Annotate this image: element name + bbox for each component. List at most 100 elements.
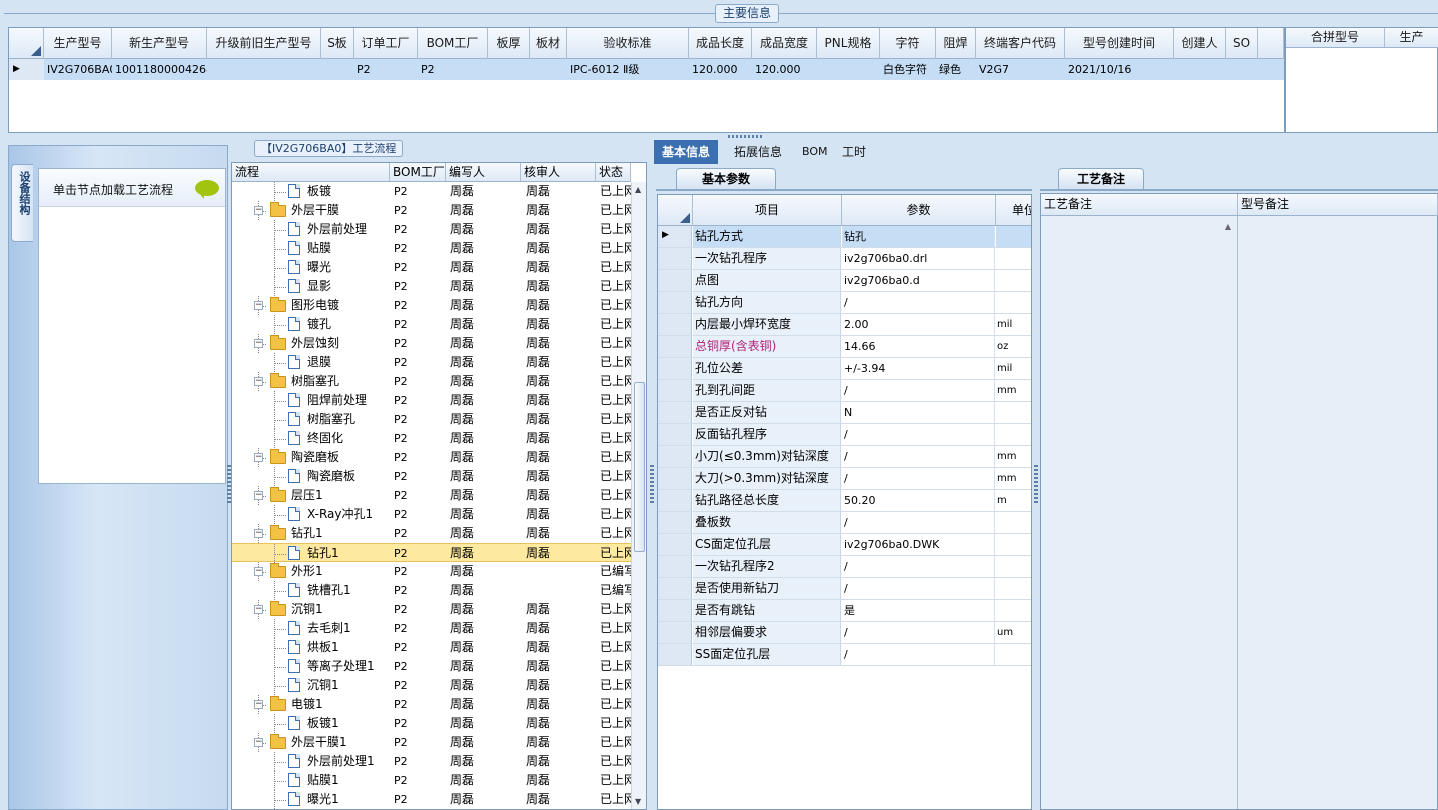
param-value[interactable]: / <box>842 292 995 313</box>
tree-row[interactable]: − 陶瓷磨板 P2 周磊 周磊 已上网 <box>232 448 631 467</box>
tree-row[interactable]: 曝光1 P2 周磊 周磊 已上网 <box>232 790 631 809</box>
params-grid[interactable]: 项目 参数 单位 ▶钻孔方式钻孔一次钻孔程序iv2g706ba0.drl点图iv… <box>657 194 1032 810</box>
tree-row[interactable]: 阻焊前处理 P2 周磊 周磊 已上网 <box>232 391 631 410</box>
header-thickness[interactable]: 板厚 <box>488 28 530 59</box>
param-row[interactable]: 叠板数 / <box>658 512 1031 534</box>
tree-row[interactable]: − 外形1 P2 周磊 已编写 <box>232 562 631 581</box>
header-writer[interactable]: 编写人 <box>446 163 521 182</box>
tree-row[interactable]: − 外层干膜1 P2 周磊 周磊 已上网 <box>232 733 631 752</box>
header-old-model[interactable]: 升级前旧生产型号 <box>207 28 321 59</box>
param-row[interactable]: 总铜厚(含表铜) 14.66 oz <box>658 336 1031 358</box>
header-merge-model[interactable]: 合拼型号 <box>1286 28 1385 48</box>
table-row[interactable]: ▶ IV2G706BA0 10011800004268 P2 P2 IPC-60… <box>9 59 1284 80</box>
header-production-model[interactable]: 生产型号 <box>44 28 112 59</box>
header-status[interactable]: 状态 <box>596 163 631 182</box>
merge-model-grid[interactable]: 合拼型号 生产 <box>1285 27 1438 133</box>
collapse-icon[interactable]: − <box>254 491 263 500</box>
process-remark-cell[interactable]: ▲ <box>1041 216 1238 809</box>
tree-row[interactable]: 贴膜 P2 周磊 周磊 已上网 <box>232 239 631 258</box>
tree-row[interactable]: 终固化 P2 周磊 周磊 已上网 <box>232 429 631 448</box>
tab-extended-info[interactable]: 拓展信息 <box>726 140 790 164</box>
param-value[interactable]: iv2g706ba0.drl <box>842 248 995 269</box>
scroll-down-icon[interactable]: ▼ <box>635 797 641 806</box>
param-value[interactable]: / <box>842 468 995 489</box>
header-model-remark[interactable]: 型号备注 <box>1238 194 1438 216</box>
collapse-icon[interactable]: − <box>254 453 263 462</box>
param-value[interactable]: 钻孔 <box>842 226 995 247</box>
param-row[interactable]: SS面定位孔层 / <box>658 644 1031 666</box>
tree-row[interactable]: 外层前处理1 P2 周磊 周磊 已上网 <box>232 752 631 771</box>
cell-old-model[interactable] <box>207 59 321 80</box>
tree-row[interactable]: X-Ray冲孔1 P2 周磊 周磊 已上网 <box>232 505 631 524</box>
tree-row[interactable]: 曝光 P2 周磊 周磊 已上网 <box>232 258 631 277</box>
row-header[interactable] <box>658 358 692 379</box>
row-header[interactable] <box>658 600 692 621</box>
row-header[interactable] <box>658 292 692 313</box>
param-row[interactable]: 孔位公差 +/-3.94 mil <box>658 358 1031 380</box>
tree-row[interactable]: 外层前处理 P2 周磊 周磊 已上网 <box>232 220 631 239</box>
cell-creator[interactable] <box>1174 59 1226 80</box>
cell-new-production-model[interactable]: 10011800004268 <box>112 59 207 80</box>
node-panel[interactable]: 单击节点加载工艺流程 <box>38 168 226 484</box>
header-customer-code[interactable]: 终端客户代码 <box>976 28 1065 59</box>
cell-length[interactable]: 120.000 <box>689 59 752 80</box>
row-header[interactable]: ▶ <box>658 226 692 247</box>
tree-row[interactable]: 贴膜1 P2 周磊 周磊 已上网 <box>232 771 631 790</box>
row-header[interactable] <box>658 468 692 489</box>
cell-pnl-spec[interactable] <box>817 59 880 80</box>
param-value[interactable]: / <box>842 512 995 533</box>
row-header[interactable] <box>658 446 692 467</box>
param-value[interactable]: N <box>842 402 995 423</box>
param-value[interactable]: / <box>842 644 995 665</box>
header-merge-production[interactable]: 生产 <box>1385 28 1438 48</box>
param-row[interactable]: 相邻层偏要求 / um <box>658 622 1031 644</box>
param-row[interactable]: 反面钻孔程序 / <box>658 424 1031 446</box>
header-order-factory[interactable]: 订单工厂 <box>354 28 418 59</box>
tree-row[interactable]: 沉铜1 P2 周磊 周磊 已上网 <box>232 676 631 695</box>
row-header[interactable] <box>658 248 692 269</box>
tree-row[interactable]: 板镀1 P2 周磊 周磊 已上网 <box>232 714 631 733</box>
header-material[interactable]: 板材 <box>530 28 567 59</box>
tree-row[interactable]: 退膜 P2 周磊 周磊 已上网 <box>232 353 631 372</box>
scroll-thumb[interactable] <box>634 382 645 552</box>
header-created-time[interactable]: 型号创建时间 <box>1065 28 1174 59</box>
param-value[interactable]: 是 <box>842 600 995 621</box>
param-row[interactable]: ▶ 钻孔方式 钻孔 <box>658 226 1031 248</box>
cell-order-factory[interactable]: P2 <box>354 59 418 80</box>
param-value[interactable]: 14.66 <box>842 336 995 357</box>
tree-row[interactable]: − 沉铜1 P2 周磊 周磊 已上网 <box>232 600 631 619</box>
row-header[interactable] <box>658 402 692 423</box>
collapse-icon[interactable]: − <box>254 567 263 576</box>
param-value[interactable]: / <box>842 424 995 445</box>
collapse-icon[interactable]: − <box>254 605 263 614</box>
header-pnl-spec[interactable]: PNL规格 <box>817 28 880 59</box>
param-row[interactable]: 一次钻孔程序 iv2g706ba0.drl <box>658 248 1031 270</box>
row-header[interactable] <box>658 270 692 291</box>
header-width[interactable]: 成品宽度 <box>752 28 817 59</box>
cell-thickness[interactable] <box>488 59 530 80</box>
tab-equipment-structure[interactable]: 设备结构 <box>11 164 33 242</box>
cell-solder-mask[interactable]: 绿色 <box>936 59 976 80</box>
cell-acceptance-standard[interactable]: IPC-6012 Ⅱ级 <box>567 59 689 80</box>
remarks-grid[interactable]: 工艺备注 型号备注 ▲ <box>1040 193 1438 810</box>
param-value[interactable]: 2.00 <box>842 314 995 335</box>
tree-row[interactable]: 镀孔 P2 周磊 周磊 已上网 <box>232 315 631 334</box>
param-row[interactable]: 大刀(>0.3mm)对钻深度 / mm <box>658 468 1031 490</box>
tree-row[interactable]: 钻孔1 P2 周磊 周磊 已上网 <box>232 543 631 563</box>
process-tree-grid[interactable]: 流程 BOM工厂 编写人 核审人 状态 板镀P2周磊周磊已上网−外层干膜P2周磊… <box>231 162 647 810</box>
tree-row[interactable]: − 图形电镀 P2 周磊 周磊 已上网 <box>232 296 631 315</box>
param-row[interactable]: 钻孔路径总长度 50.20 m <box>658 490 1031 512</box>
scroll-up-icon[interactable]: ▲ <box>1225 222 1231 231</box>
cell-production-model[interactable]: IV2G706BA0 <box>44 59 112 80</box>
row-header[interactable] <box>658 578 692 599</box>
cell-customer-code[interactable]: V2G7 <box>976 59 1065 80</box>
tree-row[interactable]: 铣槽孔1 P2 周磊 已编写 <box>232 581 631 600</box>
param-row[interactable]: 是否有跳钻是 <box>658 600 1031 622</box>
tree-row[interactable]: 板镀 P2 周磊 周磊 已上网 <box>232 182 631 201</box>
tree-row[interactable]: 陶瓷磨板 P2 周磊 周磊 已上网 <box>232 467 631 486</box>
param-value[interactable]: iv2g706ba0.d <box>842 270 995 291</box>
tree-scrollbar[interactable]: ▲ ▼ <box>631 182 646 809</box>
header-character[interactable]: 字符 <box>880 28 936 59</box>
header-solder-mask[interactable]: 阻焊 <box>936 28 976 59</box>
tree-row[interactable]: − 外层蚀刻 P2 周磊 周磊 已上网 <box>232 334 631 353</box>
